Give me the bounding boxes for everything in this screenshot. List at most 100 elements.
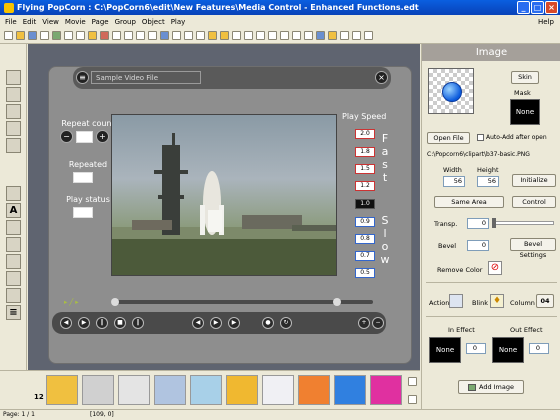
minimize-icon[interactable]: _ [517,1,530,14]
object-thumb-8[interactable] [298,375,330,405]
cut-icon[interactable] [64,31,73,40]
maximize-icon[interactable]: □ [531,1,544,14]
align-center-icon[interactable] [244,31,253,40]
shape-tool-icon[interactable] [6,87,21,102]
image-preview[interactable] [428,68,474,114]
menu-group[interactable]: Group [112,18,139,26]
menu-page[interactable]: Page [89,18,112,26]
object-thumb-3[interactable] [118,375,150,405]
same-area-button[interactable]: Same Area [434,196,504,208]
pause-icon[interactable]: ‖ [96,317,108,329]
action-icon[interactable] [449,294,463,308]
menu-help[interactable]: Help [535,18,557,26]
select-tool-icon[interactable] [6,70,21,85]
plus-icon[interactable]: + [96,130,109,143]
menu-play[interactable]: Play [168,18,189,26]
speed-2-0-button[interactable]: 2.0 [355,129,375,139]
align-middle-icon[interactable] [280,31,289,40]
media-tool-icon[interactable] [6,138,21,153]
seek-start-knob[interactable] [111,298,119,306]
object-thumb-10[interactable] [370,375,402,405]
editing-canvas[interactable]: ≡ Sample Video File × Repeat count − + R… [28,44,420,370]
find-icon[interactable] [136,31,145,40]
menu-movie[interactable]: Movie [62,18,89,26]
scroll-up-icon[interactable] [408,377,417,386]
target-icon[interactable] [328,31,337,40]
remove-color-icon[interactable]: ⊘ [488,261,502,275]
align-bottom-icon[interactable] [292,31,301,40]
scroll-down-icon[interactable] [408,395,417,404]
close-icon[interactable]: × [545,1,558,14]
object-thumb-2[interactable] [82,375,114,405]
pause-2-icon[interactable]: ‖ [132,317,144,329]
new-icon[interactable] [4,31,13,40]
object-thumb-6[interactable] [226,375,258,405]
pair-tool-icon[interactable] [6,288,21,303]
column-value[interactable]: 04 [536,294,554,308]
menu-object[interactable]: Object [139,18,168,26]
lock-icon[interactable] [184,31,193,40]
tool-icon[interactable] [352,31,361,40]
ungroup-icon[interactable] [172,31,181,40]
initialize-button[interactable]: Initialize [512,174,556,187]
menu-file[interactable]: File [2,18,20,26]
formula-tool-icon[interactable]: ≡ [6,305,21,320]
record-icon[interactable]: ● [262,317,274,329]
in-effect-duration[interactable]: 0 [466,343,486,354]
preview-icon[interactable] [52,31,61,40]
width-input[interactable]: 56 [443,176,465,187]
lightbulb-icon[interactable]: ♦ [490,294,504,308]
align-left-icon[interactable] [232,31,241,40]
tree-tool-icon[interactable] [6,186,21,201]
delete-icon[interactable] [100,31,109,40]
speed-0-5-button[interactable]: 0.5 [355,268,375,278]
object-thumb-1[interactable] [46,375,78,405]
frame-tool-icon[interactable] [6,220,21,235]
group-icon[interactable] [160,31,169,40]
volume-down-icon[interactable]: − [372,317,384,329]
video-frame[interactable] [111,114,337,276]
menu-edit[interactable]: Edit [20,18,40,26]
prev-icon[interactable]: ◀ [60,317,72,329]
layout-icon[interactable] [340,31,349,40]
transp-input[interactable]: 0 [467,218,489,229]
align-top-icon[interactable] [268,31,277,40]
bring-front-icon[interactable] [208,31,217,40]
out-effect-preview[interactable]: None [492,337,524,363]
grid-icon[interactable] [316,31,325,40]
close-player-icon[interactable]: × [375,71,388,84]
height-input[interactable]: 56 [477,176,499,187]
volume-up-icon[interactable]: + [358,317,370,329]
speed-0-9-button[interactable]: 0.9 [355,217,375,227]
zoom-icon[interactable] [148,31,157,40]
button-tool-icon[interactable] [6,254,21,269]
play-forward-icon[interactable]: ▶ [210,317,222,329]
undo-icon[interactable] [112,31,121,40]
send-back-icon[interactable] [220,31,229,40]
loop-icon[interactable]: ▸ ╱ ▸ [64,298,79,306]
distribute-icon[interactable] [304,31,313,40]
image-tool-icon[interactable] [6,121,21,136]
out-effect-duration[interactable]: 0 [529,343,549,354]
fast-forward-icon[interactable]: ▶ [228,317,240,329]
control-button[interactable]: Control [512,196,556,208]
seek-bar[interactable] [111,298,373,306]
unlock-icon[interactable] [196,31,205,40]
object-thumb-9[interactable] [334,375,366,405]
transp-slider[interactable] [492,218,554,228]
rewind-icon[interactable]: ◀ [192,317,204,329]
speed-0-7-button[interactable]: 0.7 [355,251,375,261]
mask-preview[interactable]: None [510,99,540,125]
speed-1-5-button[interactable]: 1.5 [355,164,375,174]
seek-end-knob[interactable] [333,298,341,306]
bevel-input[interactable]: 0 [467,240,489,251]
play-icon[interactable]: ▶ [78,317,90,329]
repeat-count-input[interactable] [76,131,93,143]
bevel-settings-button[interactable]: Bevel Settings [510,238,556,259]
in-effect-preview[interactable]: None [429,337,461,363]
add-image-button[interactable]: Add Image [458,380,524,394]
draw-tool-icon[interactable] [6,104,21,119]
object-thumb-4[interactable] [154,375,186,405]
speed-1-2-button[interactable]: 1.2 [355,181,375,191]
object-thumb-5[interactable] [190,375,222,405]
